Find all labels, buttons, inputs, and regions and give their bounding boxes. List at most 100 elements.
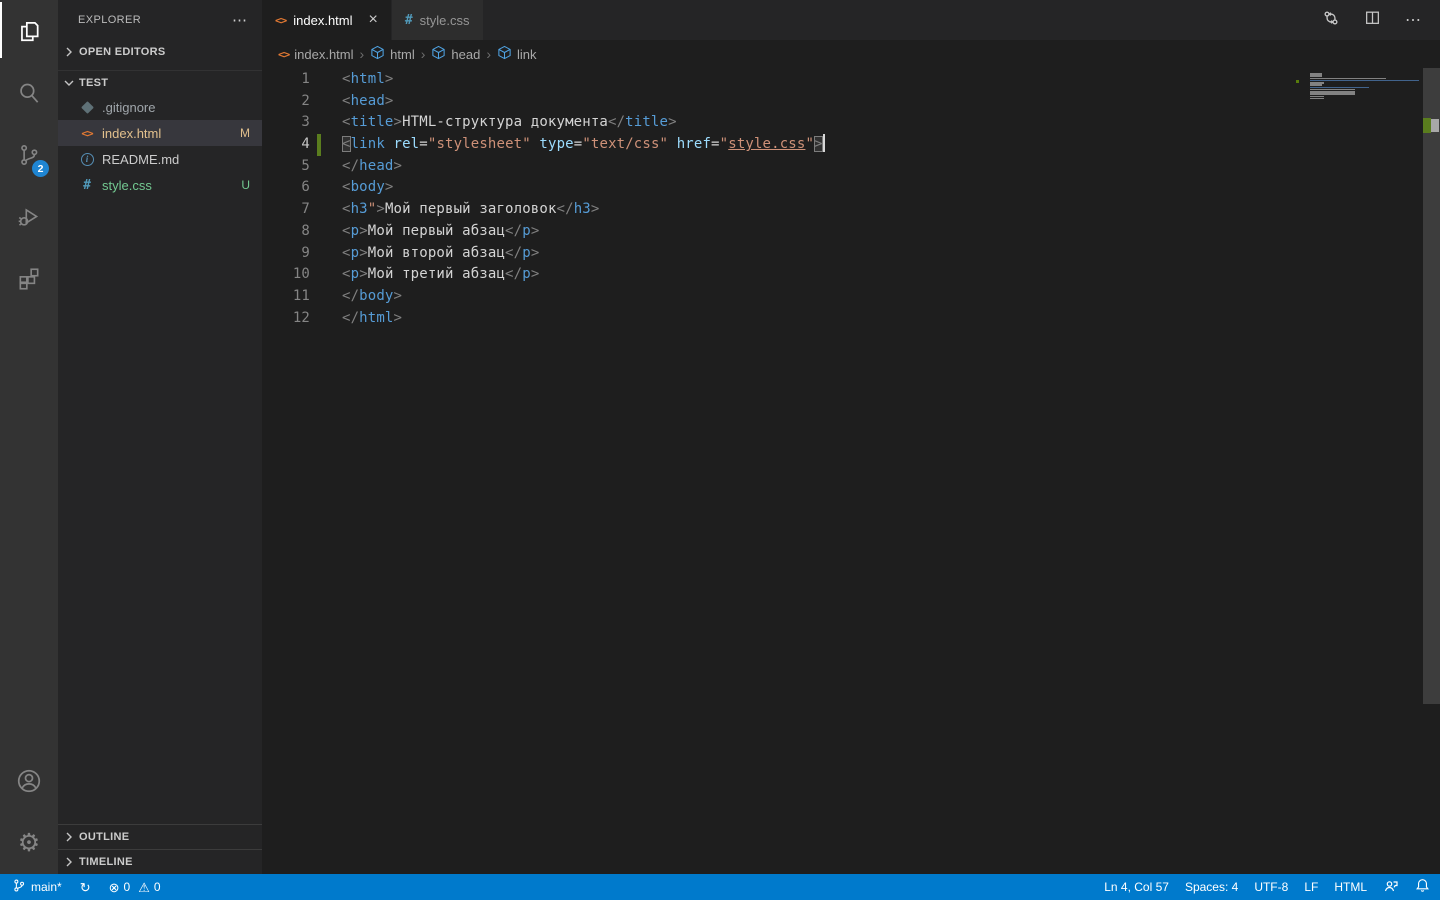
code-line[interactable]: 8<p>Мой первый абзац</p>: [262, 221, 1310, 243]
split-editor-icon[interactable]: [1364, 9, 1381, 31]
file-row-style-css[interactable]: # style.css U: [58, 172, 262, 198]
activity-extensions[interactable]: [0, 248, 58, 310]
symbol-cube-icon: [431, 45, 446, 63]
vscode-window: 2: [0, 0, 1440, 900]
feedback-item[interactable]: [1383, 878, 1399, 897]
git-status-badge: U: [241, 178, 250, 192]
problems-item[interactable]: ⊗ 0 ⚠ 0: [109, 880, 161, 894]
indentation-item[interactable]: Spaces: 4: [1185, 880, 1238, 894]
branch-icon: [12, 878, 26, 896]
tab-index-html[interactable]: <> index.html ×: [262, 0, 392, 40]
breadcrumb-symbol-html[interactable]: html: [370, 45, 415, 63]
code-line[interactable]: 12</html>: [262, 308, 1310, 330]
more-actions-icon[interactable]: ⋯: [232, 11, 248, 29]
line-number: 9: [262, 243, 310, 265]
line-number: 1: [262, 69, 310, 91]
breadcrumb-separator: ›: [421, 46, 426, 62]
breadcrumb-symbol-head[interactable]: head: [431, 45, 480, 63]
code-text: </head>: [321, 156, 402, 178]
open-editors-header[interactable]: OPEN EDITORS: [58, 40, 262, 64]
breadcrumb-label: html: [390, 47, 415, 62]
error-count: 0: [124, 880, 131, 894]
code-lines[interactable]: 1<html>2<head>3<title>HTML-структура док…: [262, 69, 1310, 874]
html-file-icon: <>: [79, 127, 95, 140]
breadcrumb-symbol-link[interactable]: link: [497, 45, 537, 63]
code-line[interactable]: 5</head>: [262, 156, 1310, 178]
html-file-icon: <>: [278, 48, 289, 61]
search-icon: [16, 80, 42, 106]
css-file-icon: #: [79, 178, 95, 193]
git-branch-item[interactable]: main*: [12, 878, 62, 896]
line-number: 3: [262, 112, 310, 134]
file-row-gitignore[interactable]: .gitignore: [58, 94, 262, 120]
file-name: index.html: [102, 126, 232, 141]
tab-bar: <> index.html × # style.css: [262, 0, 1440, 40]
eol-item[interactable]: LF: [1304, 880, 1318, 894]
code-line[interactable]: 6<body>: [262, 177, 1310, 199]
more-actions-icon[interactable]: ⋯: [1405, 10, 1422, 30]
outline-header[interactable]: OUTLINE: [58, 824, 262, 849]
activity-run-debug[interactable]: [0, 186, 58, 248]
sync-item[interactable]: ↻: [80, 881, 91, 894]
notifications-item[interactable]: [1415, 878, 1430, 896]
code-line[interactable]: 2<head>: [262, 91, 1310, 113]
code-text: <head>: [321, 91, 394, 113]
code-text: <h3">Мой первый заголовок</h3>: [321, 199, 599, 221]
timeline-label: TIMELINE: [79, 856, 133, 868]
code-line[interactable]: 4 <link rel="stylesheet" type="text/css" …: [262, 134, 1310, 156]
code-line[interactable]: 7<h3">Мой первый заголовок</h3>: [262, 199, 1310, 221]
code-line[interactable]: 11</body>: [262, 286, 1310, 308]
open-editors-label: OPEN EDITORS: [79, 46, 166, 58]
code-text: </html>: [321, 308, 402, 330]
bell-icon: [1415, 878, 1430, 896]
file-row-readme[interactable]: i README.md: [58, 146, 262, 172]
settings-button[interactable]: ⚙: [0, 812, 58, 874]
gear-icon: ⚙: [18, 831, 40, 856]
code-line[interactable]: 9 <p>Мой второй абзац</p>: [262, 243, 1310, 265]
info-file-icon: i: [79, 153, 95, 166]
open-changes-icon[interactable]: [1322, 9, 1340, 32]
minimap-line: [1310, 98, 1423, 100]
close-icon[interactable]: ×: [369, 12, 378, 28]
account-button[interactable]: [0, 750, 58, 812]
symbol-cube-icon: [497, 45, 512, 63]
explorer-sidebar: EXPLORER ⋯ OPEN EDITORS TEST .gitignore: [58, 0, 262, 874]
code-line[interactable]: 1<html>: [262, 69, 1310, 91]
feedback-icon: [1383, 878, 1399, 897]
activity-search[interactable]: [0, 62, 58, 124]
code-text: <link rel="stylesheet" type="text/css" h…: [321, 134, 825, 156]
file-name: style.css: [102, 178, 233, 193]
breadcrumb-label: index.html: [294, 47, 353, 62]
language-mode-item[interactable]: HTML: [1334, 880, 1367, 894]
code-line[interactable]: 3<title>HTML-структура документа</title>: [262, 112, 1310, 134]
workbench: 2: [0, 0, 1440, 874]
git-status-badge: M: [240, 126, 250, 140]
line-number: 6: [262, 177, 310, 199]
branch-label: main*: [31, 880, 62, 894]
status-bar-right: Ln 4, Col 57 Spaces: 4 UTF-8 LF HTML: [1104, 878, 1430, 897]
editor-scrollbar[interactable]: [1423, 68, 1440, 704]
html-file-icon: <>: [275, 14, 286, 27]
minimap[interactable]: [1310, 68, 1423, 874]
folder-label: TEST: [79, 77, 108, 89]
css-file-icon: #: [405, 13, 413, 28]
symbol-cube-icon: [370, 45, 385, 63]
code-line[interactable]: 10<p>Мой третий абзац</p>: [262, 264, 1310, 286]
error-icon: ⊗: [109, 881, 120, 894]
breadcrumb: <> index.html › html ›: [262, 40, 1440, 68]
folder-header-test[interactable]: TEST: [58, 70, 262, 94]
activity-source-control[interactable]: 2: [0, 124, 58, 186]
code-text: <p>Мой второй абзац</p>: [321, 243, 539, 265]
line-number: 4: [262, 134, 310, 156]
chevron-down-icon: [61, 75, 77, 91]
extensions-icon: [16, 266, 42, 292]
cursor-position-item[interactable]: Ln 4, Col 57: [1104, 880, 1169, 894]
status-bar-left: main* ↻ ⊗ 0 ⚠ 0: [12, 878, 161, 896]
activity-explorer[interactable]: [0, 0, 58, 62]
overview-ruler-added-marker: [1423, 118, 1431, 133]
file-row-index-html[interactable]: <> index.html M: [58, 120, 262, 146]
tab-style-css[interactable]: # style.css: [392, 0, 484, 40]
encoding-item[interactable]: UTF-8: [1254, 880, 1288, 894]
timeline-header[interactable]: TIMELINE: [58, 849, 262, 874]
breadcrumb-file[interactable]: <> index.html: [278, 47, 354, 62]
